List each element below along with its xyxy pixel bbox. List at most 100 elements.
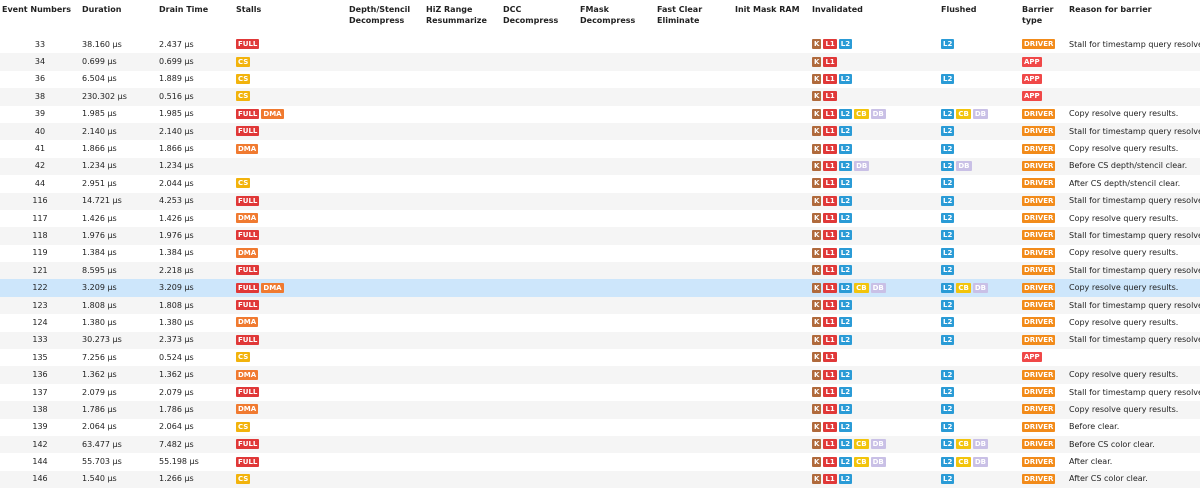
table-row[interactable]: 135 7.256 µs 0.524 µs CS K L1 APP	[0, 349, 1200, 366]
k-badge: K	[812, 334, 822, 345]
cb-badge: CB	[956, 108, 971, 119]
barrier-type-cell: APP	[1020, 88, 1067, 106]
stalls-cell: CS	[234, 88, 347, 106]
invalidated-cell: K L1 L2 CB DB	[810, 106, 939, 123]
table-row[interactable]: 118 1.976 µs 1.976 µs FULL K L1 L2 L2 DRIVER Stal…	[0, 227, 1200, 245]
init-mask-ram-cell	[733, 175, 810, 192]
drain-time-cell: 1.985 µs	[159, 109, 194, 119]
flushed-cell	[939, 53, 1020, 71]
l2-badge: L2	[838, 230, 853, 241]
stalls-cell: FULL	[234, 122, 347, 141]
dma-badge: DMA	[236, 143, 259, 154]
table-row[interactable]: 124 1.380 µs 1.380 µs DMA K L1 L2 L2 DRIVER Copy …	[0, 314, 1200, 331]
init-mask-ram-cell	[733, 53, 810, 71]
l1-badge: L1	[823, 213, 837, 224]
l1-badge: L1	[823, 56, 837, 67]
table-row[interactable]: 122 3.209 µs 3.209 µs FULL DMA K L1 L2 CB DB L2 CB D…	[0, 279, 1200, 297]
table-row[interactable]: 119 1.384 µs 1.384 µs DMA K L1 L2 L2 DRIVER Copy …	[0, 245, 1200, 262]
duration-cell: 7.256 µs	[82, 352, 117, 362]
depth-stencil-decompress-cell	[347, 53, 424, 71]
k-badge: K	[812, 473, 822, 484]
fmask-decompress-cell	[578, 88, 655, 106]
table-row[interactable]: 136 1.362 µs 1.362 µs DMA K L1 L2 L2 DRIVER Copy …	[0, 366, 1200, 384]
l1-badge: L1	[823, 247, 837, 258]
l2-badge: L2	[838, 178, 853, 189]
k-badge: K	[812, 73, 822, 84]
header-stalls[interactable]: Stalls	[234, 0, 347, 36]
event-number-cell: 42	[0, 157, 80, 176]
table-row[interactable]: 39 1.985 µs 1.985 µs FULL DMA K L1 L2 CB DB L2 CB DB…	[0, 106, 1200, 123]
table-row[interactable]: 142 63.477 µs 7.482 µs FULL K L1 L2 CB DB L2 CB DB D…	[0, 435, 1200, 454]
db-badge: DB	[870, 456, 886, 467]
table-row[interactable]: 36 6.504 µs 1.889 µs CS K L1 L2 L2 APP	[0, 71, 1200, 88]
header-drain-time[interactable]: Drain Time	[157, 0, 234, 36]
table-row[interactable]: 133 30.273 µs 2.373 µs FULL K L1 L2 L2 DRIVER Sta…	[0, 331, 1200, 350]
hiz-range-resummarize-cell	[424, 279, 501, 297]
fmask-decompress-cell	[578, 279, 655, 297]
table-row[interactable]: 139 2.064 µs 2.064 µs CS K L1 L2 L2 DRIVER Before…	[0, 419, 1200, 436]
table-row[interactable]: 40 2.140 µs 2.140 µs FULL K L1 L2 L2 DRIVER Stall…	[0, 122, 1200, 141]
cb-badge: CB	[854, 439, 869, 450]
header-reason-for-barrier[interactable]: Reason for barrier	[1067, 0, 1200, 36]
event-number-cell: 146	[0, 470, 80, 488]
barrier-type-cell: APP	[1020, 349, 1067, 366]
table-row[interactable]: 116 14.721 µs 4.253 µs FULL K L1 L2 L2 DRIVER Sta…	[0, 192, 1200, 210]
table-row[interactable]: 44 2.951 µs 2.044 µs CS K L1 L2 L2 DRIVER After C…	[0, 175, 1200, 192]
header-duration[interactable]: Duration	[80, 0, 157, 36]
reason-cell: Stall for timestamp query resolve.	[1067, 192, 1200, 210]
table-row[interactable]: 137 2.079 µs 2.079 µs FULL K L1 L2 L2 DRIVER Stal…	[0, 384, 1200, 401]
table-row[interactable]: 34 0.699 µs 0.699 µs CS K L1 APP	[0, 53, 1200, 71]
event-number-cell: 116	[0, 192, 80, 210]
table-row[interactable]: 117 1.426 µs 1.426 µs DMA K L1 L2 L2 DRIVER Copy …	[0, 210, 1200, 227]
table-row[interactable]: 146 1.540 µs 1.266 µs CS K L1 L2 L2 DRIVER After …	[0, 470, 1200, 488]
invalidated-cell: K L1	[810, 349, 939, 366]
barrier-type-cell: DRIVER	[1020, 384, 1067, 401]
table-row[interactable]: 144 55.703 µs 55.198 µs FULL K L1 L2 CB DB L2 CB DB…	[0, 453, 1200, 470]
header-fast-clear-eliminate[interactable]: Fast Clear Eliminate	[655, 0, 733, 36]
dcc-decompress-cell	[501, 419, 578, 436]
reason-cell: Stall for timestamp query resolve.	[1067, 262, 1200, 280]
table-row[interactable]: 42 1.234 µs 1.234 µs K L1 L2 DB L2 DB DRIVER Befor…	[0, 157, 1200, 176]
init-mask-ram-cell	[733, 435, 810, 454]
stalls-cell: CS	[234, 175, 347, 192]
barrier-type-cell: DRIVER	[1020, 210, 1067, 227]
header-barrier-type[interactable]: Barrier type	[1020, 0, 1067, 36]
fmask-decompress-cell	[578, 106, 655, 123]
driver-badge: DRIVER	[1022, 126, 1056, 137]
depth-stencil-decompress-cell	[347, 419, 424, 436]
header-init-mask-ram[interactable]: Init Mask RAM	[733, 0, 810, 36]
table-row[interactable]: 33 38.160 µs 2.437 µs FULL K L1 L2 L2 DRIVER Stal…	[0, 36, 1200, 53]
l2-badge: L2	[838, 73, 853, 84]
header-flushed[interactable]: Flushed	[939, 0, 1020, 36]
header-event-numbers[interactable]: Event Numbers	[0, 0, 80, 36]
fast-clear-eliminate-cell	[655, 122, 733, 141]
dcc-decompress-cell	[501, 401, 578, 419]
drain-time-cell: 2.044 µs	[159, 178, 194, 188]
duration-cell: 1.866 µs	[82, 144, 117, 154]
invalidated-cell: K L1 L2	[810, 419, 939, 436]
header-dcc-decompress[interactable]: DCC Decompress	[501, 0, 578, 36]
header-hiz-range-resummarize[interactable]: HiZ Range Resummarize	[424, 0, 501, 36]
header-depth-stencil-decompress[interactable]: Depth/Stencil Decompress	[347, 0, 424, 36]
l1-badge: L1	[823, 369, 837, 380]
reason-cell: Copy resolve query results.	[1069, 317, 1179, 327]
table-row[interactable]: 41 1.866 µs 1.866 µs DMA K L1 L2 L2 DRIVER Copy r…	[0, 140, 1200, 157]
hiz-range-resummarize-cell	[424, 314, 501, 331]
dma-badge: DMA	[236, 213, 259, 224]
header-fmask-decompress[interactable]: FMask Decompress	[578, 0, 655, 36]
stalls-cell: FULL	[234, 453, 347, 470]
header-invalidated[interactable]: Invalidated	[810, 0, 939, 36]
l2-badge: L2	[838, 143, 853, 154]
table-row[interactable]: 138 1.786 µs 1.786 µs DMA K L1 L2 L2 DRIVER Copy …	[0, 401, 1200, 419]
table-row[interactable]: 123 1.808 µs 1.808 µs FULL K L1 L2 L2 DRIVER Stal…	[0, 296, 1200, 315]
l1-badge: L1	[823, 39, 837, 50]
flushed-cell: L2	[939, 122, 1020, 141]
hiz-range-resummarize-cell	[424, 192, 501, 210]
fmask-decompress-cell	[578, 331, 655, 350]
db-badge: DB	[972, 108, 988, 119]
drain-time-cell: 0.524 µs	[159, 352, 194, 362]
table-row[interactable]: 38 230.302 µs 0.516 µs CS K L1 APP	[0, 88, 1200, 106]
cb-badge: CB	[956, 282, 971, 293]
table-row[interactable]: 121 8.595 µs 2.218 µs FULL K L1 L2 L2 DRIVER Stal…	[0, 262, 1200, 280]
invalidated-cell: K L1 L2 DB	[810, 157, 939, 176]
